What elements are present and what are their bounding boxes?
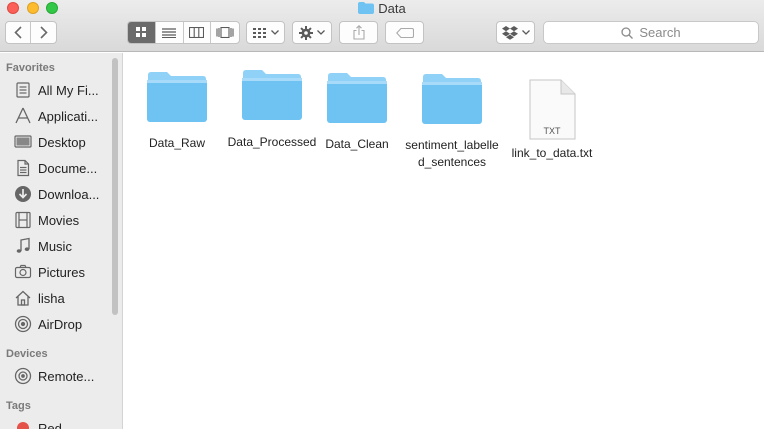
txt-badge: TXT bbox=[544, 126, 562, 136]
sidebar-scrollbar[interactable] bbox=[112, 58, 118, 315]
gear-icon bbox=[299, 25, 313, 40]
column-view-button[interactable] bbox=[184, 22, 212, 43]
cover-flow-view-button[interactable] bbox=[211, 22, 239, 43]
sidebar-item-downloads[interactable]: Downloa... bbox=[0, 181, 122, 207]
search-placeholder: Search bbox=[639, 25, 681, 40]
nav-buttons bbox=[5, 21, 57, 44]
file-name: Data_Raw bbox=[148, 136, 206, 150]
sidebar-item-remote-disc[interactable]: Remote... bbox=[0, 363, 122, 389]
tags-header: Tags bbox=[6, 400, 31, 412]
file-item[interactable]: sentiment_labelle d_sentences bbox=[398, 73, 506, 171]
airdrop-icon bbox=[14, 315, 32, 333]
file-name: link_to_data.txt bbox=[511, 146, 593, 160]
arrange-grid-icon bbox=[252, 27, 266, 38]
file-name: Data_Processed bbox=[227, 135, 317, 149]
favorites-header: Favorites bbox=[6, 62, 55, 74]
window-title: Data bbox=[0, 1, 764, 16]
folder-icon bbox=[327, 73, 387, 123]
dropbox-icon bbox=[501, 25, 518, 40]
share-button[interactable] bbox=[339, 21, 378, 44]
sidebar-item-label: Red bbox=[38, 420, 62, 429]
folder-icon bbox=[358, 2, 375, 14]
red-tag-dot-icon bbox=[17, 422, 29, 429]
icon-view-button[interactable] bbox=[128, 22, 156, 43]
sidebar-item-all-my-files[interactable]: All My Fi... bbox=[0, 77, 122, 103]
sidebar-item-pictures[interactable]: Pictures bbox=[0, 259, 122, 285]
sidebar-item-airdrop[interactable]: AirDrop bbox=[0, 311, 122, 337]
disc-icon bbox=[14, 367, 32, 385]
sidebar-item-label: Remote... bbox=[38, 368, 95, 384]
grid-icon bbox=[135, 27, 146, 37]
sidebar-item-music[interactable]: Music bbox=[0, 233, 122, 259]
camera-icon bbox=[14, 264, 32, 279]
file-item[interactable]: Data_Raw bbox=[142, 71, 212, 152]
sidebar-item-label: Pictures bbox=[38, 264, 85, 280]
search-field[interactable]: Search bbox=[543, 21, 759, 44]
forward-button[interactable] bbox=[31, 22, 56, 43]
columns-icon bbox=[189, 27, 205, 38]
sidebar-item-label: Downloa... bbox=[38, 186, 100, 202]
movies-icon bbox=[15, 211, 31, 229]
dropbox-button[interactable] bbox=[496, 21, 535, 44]
arrange-button[interactable] bbox=[246, 21, 285, 44]
folder-icon bbox=[242, 70, 302, 120]
music-icon bbox=[16, 237, 30, 253]
sidebar-item-home[interactable]: lisha bbox=[0, 285, 122, 311]
sidebar-item-label: Desktop bbox=[38, 134, 86, 150]
folder-icon bbox=[422, 74, 482, 124]
sidebar-item-applications[interactable]: Applicati... bbox=[0, 103, 122, 129]
sidebar-item-label: Movies bbox=[38, 212, 80, 228]
file-item[interactable]: Data_Processed bbox=[224, 69, 320, 151]
folder-icon bbox=[147, 72, 207, 122]
sidebar-item-documents[interactable]: Docume... bbox=[0, 155, 122, 181]
window-title-text: Data bbox=[378, 1, 406, 16]
file-name: Data_Clean bbox=[325, 137, 389, 151]
sidebar: Favorites All My Fi... Applicati... Desk… bbox=[0, 53, 123, 429]
chevron-down-icon bbox=[317, 30, 325, 35]
file-browser-content: Data_Raw Data_Processed Data_Clean senti… bbox=[124, 53, 764, 429]
list-icon bbox=[162, 27, 177, 38]
desktop-icon bbox=[14, 135, 32, 148]
applications-icon bbox=[15, 107, 31, 124]
action-button[interactable] bbox=[292, 21, 332, 44]
chevron-right-icon bbox=[39, 26, 48, 39]
tag-icon bbox=[395, 27, 414, 38]
chevron-down-icon bbox=[521, 30, 530, 35]
sidebar-item-tag-red[interactable]: Red bbox=[0, 415, 122, 429]
all-files-icon bbox=[16, 82, 30, 98]
title-bar: Data Search bbox=[0, 0, 764, 52]
share-icon bbox=[352, 25, 365, 40]
back-button[interactable] bbox=[6, 22, 31, 43]
file-item[interactable]: Data_Clean bbox=[323, 72, 391, 153]
file-item[interactable]: TXT link_to_data.txt bbox=[504, 79, 600, 162]
sidebar-item-label: lisha bbox=[38, 290, 65, 306]
sidebar-item-movies[interactable]: Movies bbox=[0, 207, 122, 233]
sidebar-item-label: All My Fi... bbox=[38, 82, 99, 98]
list-view-button[interactable] bbox=[156, 22, 184, 43]
chevron-left-icon bbox=[14, 26, 22, 39]
chevron-down-icon bbox=[270, 30, 279, 35]
sidebar-item-label: Docume... bbox=[38, 160, 98, 176]
cover-flow-icon bbox=[216, 27, 234, 38]
search-icon bbox=[621, 26, 634, 39]
sidebar-item-desktop[interactable]: Desktop bbox=[0, 129, 122, 155]
view-mode-control bbox=[127, 21, 240, 44]
devices-header: Devices bbox=[6, 348, 48, 360]
sidebar-item-label: Music bbox=[38, 238, 72, 254]
sidebar-item-label: AirDrop bbox=[38, 316, 83, 332]
file-name-line-2: d_sentences bbox=[417, 155, 487, 169]
downloads-icon bbox=[15, 186, 31, 202]
edit-tags-button[interactable] bbox=[385, 21, 424, 44]
sidebar-item-label: Applicati... bbox=[38, 108, 98, 124]
file-name-line-1: sentiment_labelle bbox=[405, 138, 499, 152]
home-icon bbox=[15, 290, 31, 306]
documents-icon bbox=[17, 159, 30, 177]
text-file-icon: TXT bbox=[529, 79, 576, 140]
